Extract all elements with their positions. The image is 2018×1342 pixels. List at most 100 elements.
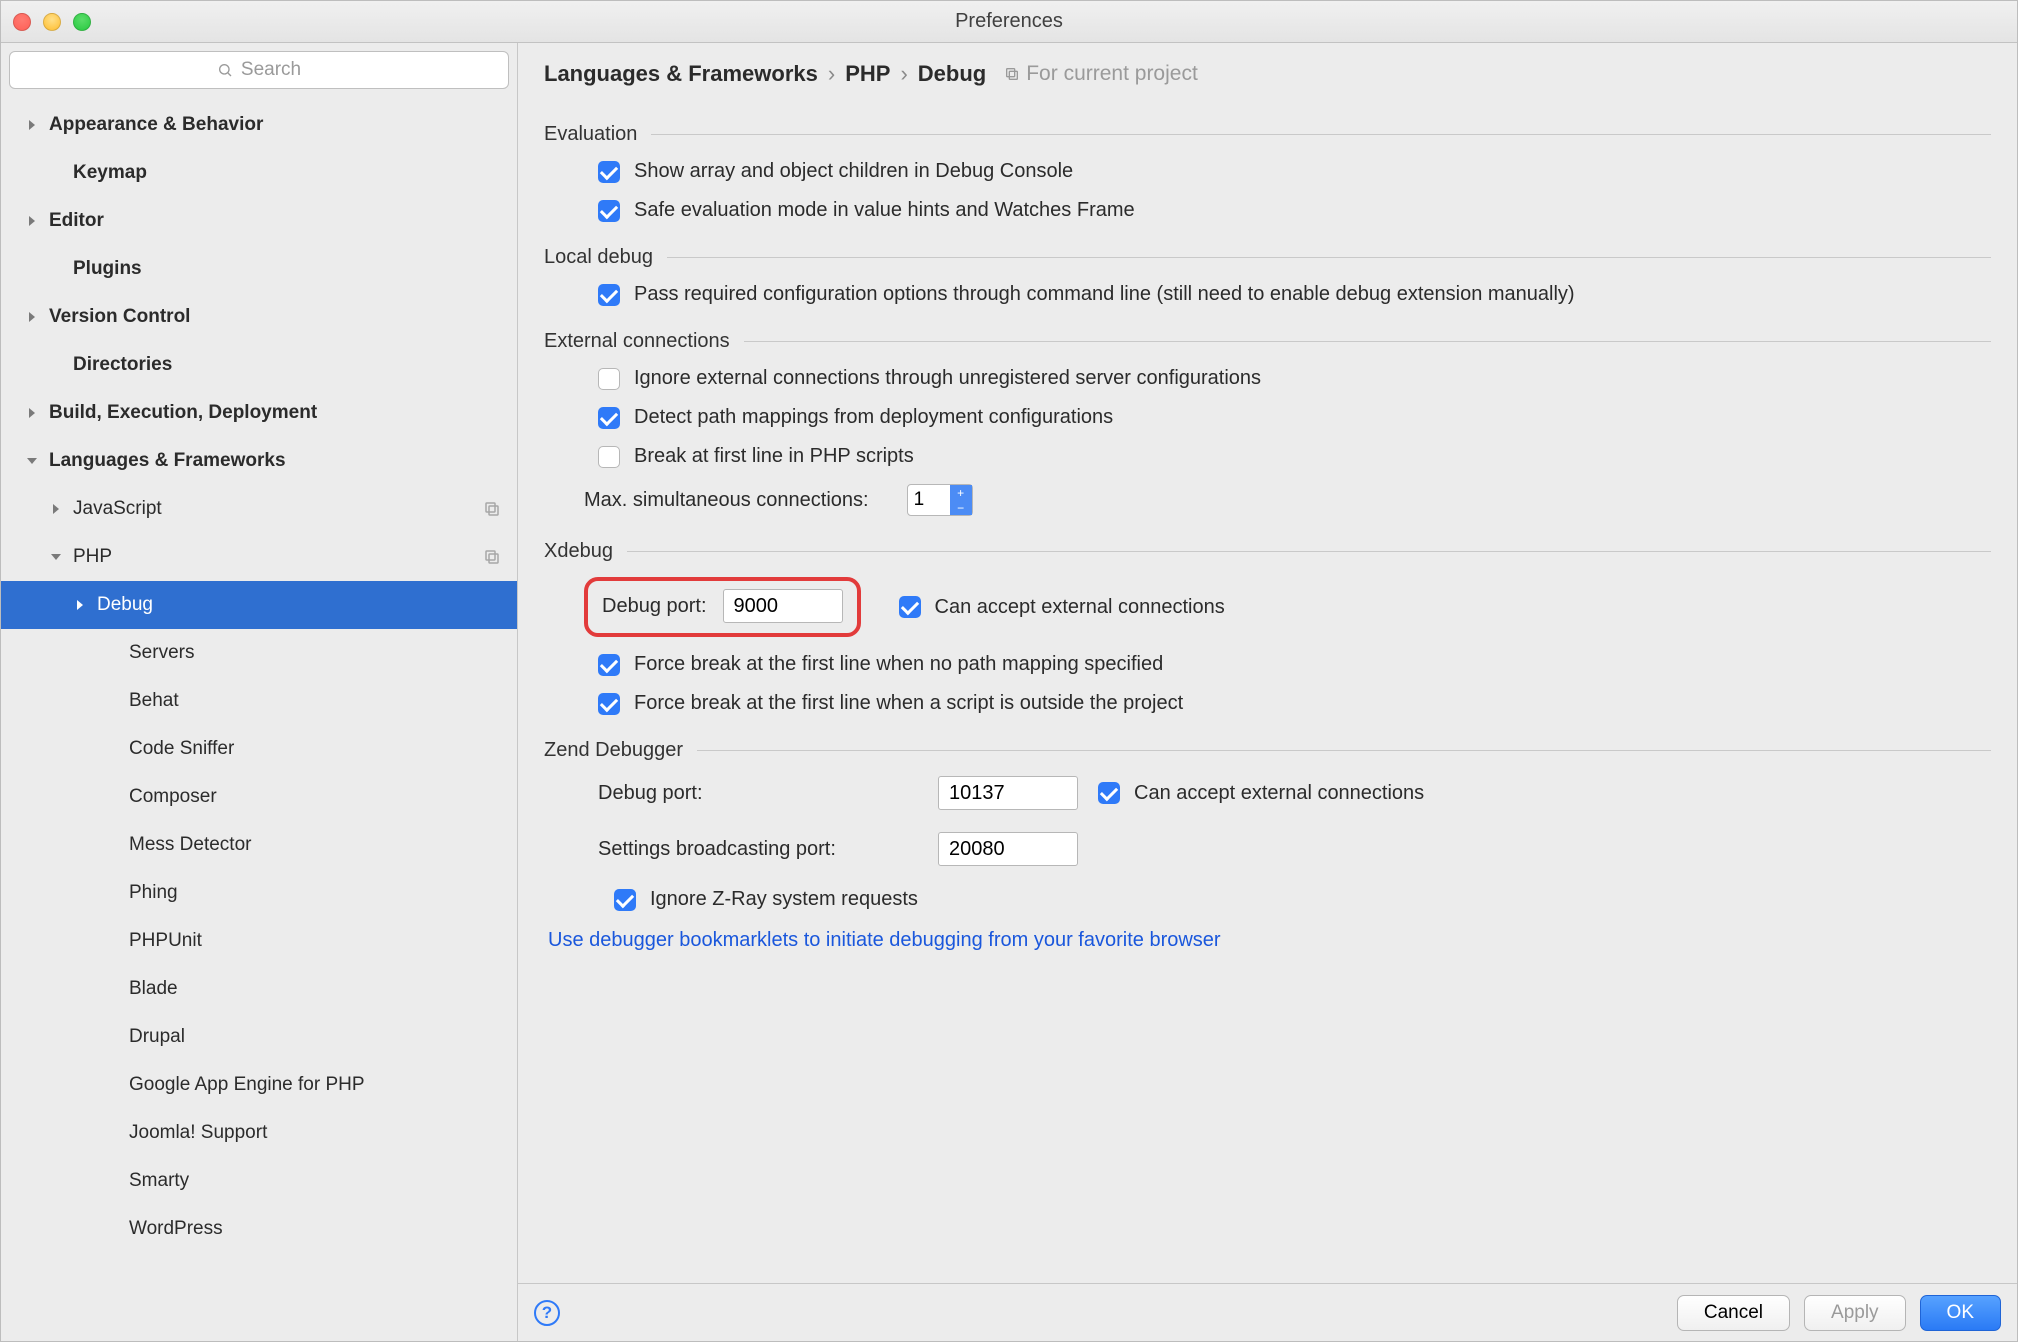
sidebar-item-smarty[interactable]: Smarty bbox=[1, 1157, 517, 1205]
max-connections-field[interactable]: +− bbox=[907, 484, 973, 516]
copy-icon bbox=[483, 500, 501, 518]
sidebar-item-label: Composer bbox=[129, 786, 501, 808]
sidebar-item-label: Editor bbox=[49, 210, 501, 232]
sidebar-item-label: Appearance & Behavior bbox=[49, 114, 501, 136]
sidebar-item-label: Debug bbox=[97, 594, 501, 616]
sidebar-item-label: Joomla! Support bbox=[129, 1122, 501, 1144]
chk-zend-accept-external[interactable] bbox=[1098, 782, 1120, 804]
sidebar-item-label: Phing bbox=[129, 882, 501, 904]
section-local-debug: Local debug bbox=[544, 246, 1991, 269]
sidebar-item-mess-detector[interactable]: Mess Detector bbox=[1, 821, 517, 869]
chk-ignore-unregistered[interactable] bbox=[598, 368, 620, 390]
chevron-down-icon bbox=[49, 550, 67, 564]
copy-icon bbox=[1004, 66, 1020, 82]
xdebug-port-highlight: Debug port: bbox=[584, 577, 861, 637]
chevron-right-icon bbox=[25, 310, 43, 324]
apply-button[interactable]: Apply bbox=[1804, 1295, 1906, 1331]
main-panel: Evaluation Show array and object childre… bbox=[518, 93, 2017, 1283]
chk-safe-eval[interactable] bbox=[598, 200, 620, 222]
settings-tree[interactable]: Appearance & Behavior Keymap Editor Plugins… bbox=[1, 97, 517, 1341]
sidebar-item-phpunit[interactable]: PHPUnit bbox=[1, 917, 517, 965]
sidebar-item-build-execution-deployment[interactable]: Build, Execution, Deployment bbox=[1, 389, 517, 437]
sidebar-item-servers[interactable]: Servers bbox=[1, 629, 517, 677]
section-xdebug: Xdebug bbox=[544, 540, 1991, 563]
window-controls bbox=[13, 13, 91, 31]
cancel-button[interactable]: Cancel bbox=[1677, 1295, 1790, 1331]
sidebar-item-wordpress[interactable]: WordPress bbox=[1, 1205, 517, 1253]
scope-label: For current project bbox=[1004, 62, 1198, 86]
stepper-up-icon[interactable]: + bbox=[950, 485, 972, 500]
chk-ignore-zray[interactable] bbox=[614, 889, 636, 911]
zend-port-input[interactable] bbox=[938, 776, 1078, 810]
chevron-right-icon bbox=[25, 214, 43, 228]
sidebar-item-blade[interactable]: Blade bbox=[1, 965, 517, 1013]
stepper-down-icon[interactable]: − bbox=[950, 500, 972, 515]
titlebar: Preferences bbox=[1, 1, 2017, 43]
sidebar-item-label: Keymap bbox=[73, 162, 501, 184]
chevron-right-icon bbox=[25, 406, 43, 420]
sidebar-item-google-app-engine-for-php[interactable]: Google App Engine for PHP bbox=[1, 1061, 517, 1109]
sidebar-item-label: Drupal bbox=[129, 1026, 501, 1048]
sidebar-item-php[interactable]: PHP bbox=[1, 533, 517, 581]
close-window-button[interactable] bbox=[13, 13, 31, 31]
chk-xdebug-force-no-mapping[interactable] bbox=[598, 654, 620, 676]
preferences-window: Preferences Search Appearance & Behavior… bbox=[0, 0, 2018, 1342]
max-connections-input[interactable] bbox=[908, 485, 950, 515]
section-external-connections: External connections bbox=[544, 330, 1991, 353]
sidebar-item-behat[interactable]: Behat bbox=[1, 677, 517, 725]
sidebar-item-label: Build, Execution, Deployment bbox=[49, 402, 501, 424]
sidebar-item-label: PHP bbox=[73, 546, 483, 568]
search-input[interactable]: Search bbox=[9, 51, 509, 89]
chk-break-first-line[interactable] bbox=[598, 446, 620, 468]
section-zend: Zend Debugger bbox=[544, 739, 1991, 762]
sidebar-item-editor[interactable]: Editor bbox=[1, 197, 517, 245]
sidebar-item-debug[interactable]: Debug bbox=[1, 581, 517, 629]
sidebar-item-javascript[interactable]: JavaScript bbox=[1, 485, 517, 533]
footer: ? Cancel Apply OK bbox=[518, 1283, 2017, 1341]
sidebar-item-drupal[interactable]: Drupal bbox=[1, 1013, 517, 1061]
sidebar-item-label: WordPress bbox=[129, 1218, 501, 1240]
zoom-window-button[interactable] bbox=[73, 13, 91, 31]
bookmarklets-link[interactable]: Use debugger bookmarklets to initiate de… bbox=[548, 929, 1221, 952]
sidebar-item-label: Behat bbox=[129, 690, 501, 712]
sidebar-item-label: Directories bbox=[73, 354, 501, 376]
help-button[interactable]: ? bbox=[534, 1300, 560, 1326]
stepper[interactable]: +− bbox=[950, 485, 972, 515]
search-icon bbox=[217, 62, 233, 78]
sidebar-item-version-control[interactable]: Version Control bbox=[1, 293, 517, 341]
chk-xdebug-accept-external[interactable] bbox=[899, 596, 921, 618]
sidebar-item-code-sniffer[interactable]: Code Sniffer bbox=[1, 725, 517, 773]
sidebar-item-plugins[interactable]: Plugins bbox=[1, 245, 517, 293]
zend-broadcast-port-input[interactable] bbox=[938, 832, 1078, 866]
sidebar-item-languages-frameworks[interactable]: Languages & Frameworks bbox=[1, 437, 517, 485]
minimize-window-button[interactable] bbox=[43, 13, 61, 31]
breadcrumb: Languages & Frameworks › PHP › Debug For… bbox=[518, 43, 2017, 93]
sidebar-item-joomla-support[interactable]: Joomla! Support bbox=[1, 1109, 517, 1157]
section-evaluation: Evaluation bbox=[544, 123, 1991, 146]
chevron-right-icon bbox=[49, 502, 67, 516]
sidebar-item-directories[interactable]: Directories bbox=[1, 341, 517, 389]
sidebar-item-label: Plugins bbox=[73, 258, 501, 280]
chevron-right-icon bbox=[25, 118, 43, 132]
chevron-right-icon bbox=[73, 598, 91, 612]
sidebar-item-label: Mess Detector bbox=[129, 834, 501, 856]
content: Languages & Frameworks › PHP › Debug For… bbox=[518, 43, 2017, 1341]
body: Search Appearance & Behavior Keymap Editor… bbox=[1, 43, 2017, 1341]
sidebar-item-label: JavaScript bbox=[73, 498, 483, 520]
chk-xdebug-force-outside-project[interactable] bbox=[598, 693, 620, 715]
copy-icon bbox=[483, 548, 501, 566]
sidebar-item-phing[interactable]: Phing bbox=[1, 869, 517, 917]
sidebar-item-label: PHPUnit bbox=[129, 930, 501, 952]
sidebar-item-label: Smarty bbox=[129, 1170, 501, 1192]
sidebar-item-appearance-behavior[interactable]: Appearance & Behavior bbox=[1, 101, 517, 149]
chk-pass-config-cli[interactable] bbox=[598, 284, 620, 306]
sidebar-item-composer[interactable]: Composer bbox=[1, 773, 517, 821]
chk-detect-path-mappings[interactable] bbox=[598, 407, 620, 429]
sidebar-item-keymap[interactable]: Keymap bbox=[1, 149, 517, 197]
xdebug-port-input[interactable] bbox=[723, 589, 843, 623]
sidebar-item-label: Servers bbox=[129, 642, 501, 664]
sidebar-item-label: Google App Engine for PHP bbox=[129, 1074, 501, 1096]
ok-button[interactable]: OK bbox=[1920, 1295, 2001, 1331]
sidebar: Search Appearance & Behavior Keymap Editor… bbox=[1, 43, 518, 1341]
chk-show-array-children[interactable] bbox=[598, 161, 620, 183]
